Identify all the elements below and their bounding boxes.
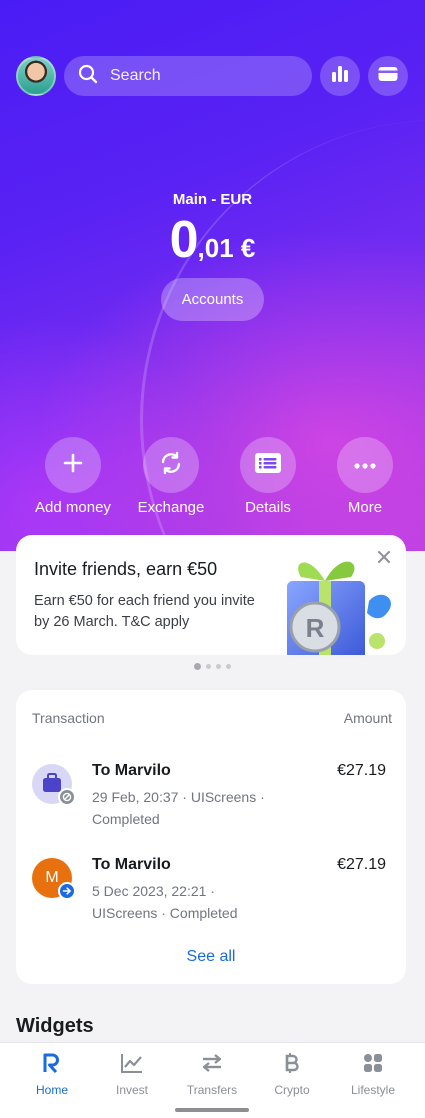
- exchange-button[interactable]: [143, 437, 199, 493]
- tab-label: Crypto: [274, 1083, 310, 1097]
- transfer-badge-icon: [58, 882, 76, 900]
- transaction-amount: €27.19: [337, 856, 386, 873]
- pager-dot[interactable]: [206, 664, 211, 669]
- transaction-name: To Marvilo: [92, 762, 171, 779]
- bitcoin-icon: [252, 1051, 332, 1075]
- grid-icon: [333, 1051, 413, 1075]
- chart-line-icon: [92, 1051, 172, 1075]
- transaction-meta: 29 Feb, 20:37 · UIScreens · Completed: [92, 789, 265, 827]
- close-icon: [376, 551, 392, 569]
- close-button[interactable]: [376, 549, 392, 565]
- promo-card[interactable]: Invite friends, earn €50 Earn €50 for ea…: [16, 535, 406, 655]
- tab-label: Home: [35, 1083, 68, 1097]
- bar-chart-icon: [331, 65, 349, 88]
- add-money-button[interactable]: [45, 437, 101, 493]
- more-label: More: [347, 499, 383, 516]
- transaction-row[interactable]: To Marvilo 29 Feb, 20:37 · UIScreens · C…: [16, 762, 406, 842]
- pager-dot[interactable]: [194, 663, 201, 670]
- add-money-action[interactable]: Add money: [28, 437, 118, 516]
- details-action[interactable]: Details: [223, 437, 313, 516]
- tab-crypto[interactable]: Crypto: [252, 1051, 332, 1097]
- cancel-badge-icon: [58, 788, 76, 806]
- transaction-column-header: Transaction: [32, 710, 105, 726]
- tab-label: Lifestyle: [350, 1083, 396, 1097]
- widgets-title: Widgets: [16, 1015, 94, 1037]
- tab-lifestyle[interactable]: Lifestyle: [333, 1051, 413, 1097]
- transaction-name: To Marvilo: [92, 856, 171, 873]
- tab-home[interactable]: Home: [12, 1051, 92, 1097]
- account-label: Main - EUR: [172, 191, 253, 208]
- details-button[interactable]: [240, 437, 296, 493]
- more-icon: [354, 456, 376, 474]
- svg-text:R: R: [306, 613, 325, 643]
- search-bar[interactable]: Search: [64, 56, 312, 96]
- balance-amount: 0,01 €: [0, 210, 425, 270]
- details-icon: [255, 452, 281, 478]
- pager-dot[interactable]: [216, 664, 221, 669]
- profile-avatar[interactable]: [16, 56, 56, 96]
- exchange-icon: [159, 451, 183, 480]
- plus-icon: [63, 453, 83, 478]
- balance-whole: 0: [169, 211, 199, 269]
- transaction-meta: 5 Dec 2023, 22:21 · UIScreens · Complete…: [92, 883, 238, 921]
- more-action[interactable]: More: [320, 437, 410, 516]
- home-indicator: [175, 1108, 249, 1112]
- transfer-arrows-icon: [172, 1051, 252, 1075]
- accounts-button[interactable]: Accounts: [161, 278, 264, 321]
- amount-column-header: Amount: [343, 710, 392, 726]
- search-icon: [78, 64, 98, 89]
- pager-dot[interactable]: [226, 664, 231, 669]
- search-placeholder: Search: [110, 67, 161, 84]
- details-label: Details: [245, 499, 291, 516]
- promo-text: Earn €50 for each friend you invite by 2…: [34, 593, 255, 630]
- home-logo-icon: [12, 1051, 92, 1075]
- tab-invest[interactable]: Invest: [92, 1051, 172, 1097]
- card-icon: [378, 66, 398, 87]
- tab-transfers[interactable]: Transfers: [172, 1051, 252, 1097]
- see-all-link[interactable]: See all: [16, 948, 406, 966]
- cards-button[interactable]: [368, 56, 408, 96]
- balance-fraction: ,01 €: [197, 233, 256, 263]
- exchange-label: Exchange: [137, 499, 205, 516]
- more-button[interactable]: [337, 437, 393, 493]
- add-money-label: Add money: [35, 499, 111, 516]
- analytics-button[interactable]: [320, 56, 360, 96]
- transaction-amount: €27.19: [337, 762, 386, 779]
- tab-label: Transfers: [186, 1083, 238, 1097]
- tab-label: Invest: [115, 1083, 148, 1097]
- exchange-action[interactable]: Exchange: [126, 437, 216, 516]
- transactions-card: Transaction Amount To Marvilo 29 Feb, 20…: [16, 690, 406, 984]
- promo-pager: [0, 663, 425, 670]
- promo-title: Invite friends, earn €50: [34, 559, 218, 579]
- bottom-tab-bar: Home Invest Transfers Crypto Lifestyle: [0, 1042, 425, 1118]
- transaction-row[interactable]: M To Marvilo 5 Dec 2023, 22:21 · UIScree…: [16, 856, 406, 936]
